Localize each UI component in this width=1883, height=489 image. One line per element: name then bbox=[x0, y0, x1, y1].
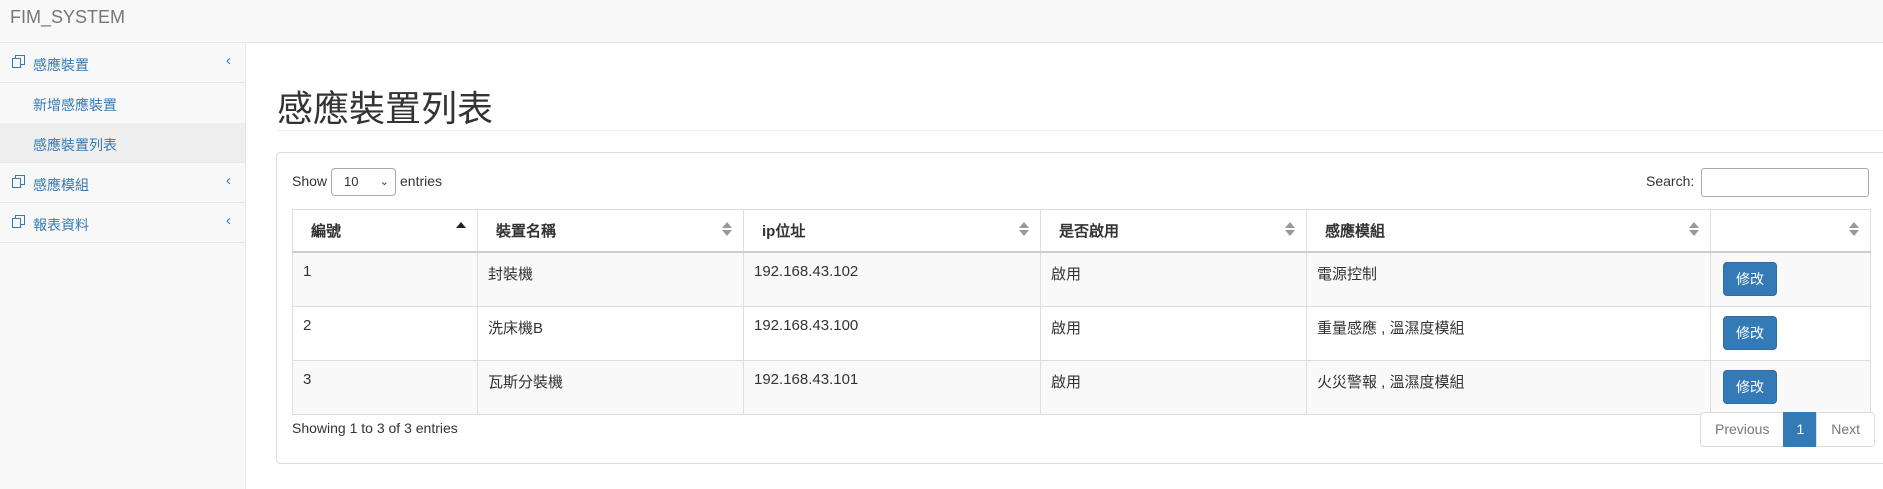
sidebar-subitem-label: 感應裝置列表 bbox=[33, 137, 117, 153]
sidebar-subitem-label: 新增感應裝置 bbox=[33, 97, 117, 113]
sidebar: 感應裝置 ‹ 新增感應裝置 感應裝置列表 感應模組 ‹ 報表資料 ‹ bbox=[0, 43, 246, 489]
chevron-left-icon: ‹ bbox=[226, 212, 231, 229]
cell-id: 3 bbox=[292, 360, 478, 415]
table-row: 3 瓦斯分裝機 192.168.43.101 啟用 火災警報 , 溫濕度模組 修… bbox=[292, 360, 1871, 415]
column-header-id[interactable]: 編號 bbox=[292, 209, 478, 253]
cell-id: 2 bbox=[292, 306, 478, 361]
length-show-label: Show bbox=[292, 173, 328, 189]
device-table: 編號 裝置名稱 ip位址 是否啟用 感應模組 1 封裝機 192.168.43.… bbox=[292, 209, 1871, 415]
entries-select-value: 10 bbox=[344, 174, 359, 189]
cell-module: 火災警報 , 溫濕度模組 bbox=[1306, 360, 1711, 415]
copy-icon bbox=[12, 55, 25, 68]
table-info: Showing 1 to 3 of 3 entries bbox=[292, 420, 458, 436]
cell-enabled: 啟用 bbox=[1040, 306, 1307, 361]
sidebar-item-devices[interactable]: 感應裝置 ‹ bbox=[0, 43, 245, 83]
search-label: Search: bbox=[1646, 173, 1695, 189]
cell-action: 修改 bbox=[1710, 251, 1871, 307]
cell-ip: 192.168.43.100 bbox=[743, 306, 1041, 361]
cell-module: 重量感應 , 溫濕度模組 bbox=[1306, 306, 1711, 361]
divider bbox=[277, 130, 1883, 131]
chevron-left-icon: ‹ bbox=[226, 52, 231, 69]
cell-enabled: 啟用 bbox=[1040, 251, 1307, 307]
cell-ip: 192.168.43.101 bbox=[743, 360, 1041, 415]
sort-icon bbox=[722, 222, 732, 236]
cell-device-name: 瓦斯分裝機 bbox=[477, 360, 744, 415]
page-button-current[interactable]: 1 bbox=[1783, 412, 1818, 447]
copy-icon bbox=[12, 175, 25, 188]
sort-icon bbox=[1019, 222, 1029, 236]
sidebar-subitem-device-list[interactable]: 感應裝置列表 bbox=[0, 123, 245, 163]
column-header-device-name[interactable]: 裝置名稱 bbox=[477, 209, 744, 253]
cell-module: 電源控制 bbox=[1306, 251, 1711, 307]
next-page-button[interactable]: Next bbox=[1816, 412, 1876, 447]
table-row: 1 封裝機 192.168.43.102 啟用 電源控制 修改 bbox=[292, 251, 1871, 307]
brand-title[interactable]: FIM_SYSTEM bbox=[10, 7, 125, 28]
chevron-down-icon: ⌄ bbox=[379, 176, 389, 188]
sort-icon bbox=[1689, 222, 1699, 236]
table-header-row: 編號 裝置名稱 ip位址 是否啟用 感應模組 bbox=[292, 209, 1871, 253]
cell-device-name: 封裝機 bbox=[477, 251, 744, 307]
cell-action: 修改 bbox=[1710, 306, 1871, 361]
edit-button[interactable]: 修改 bbox=[1723, 262, 1777, 296]
cell-ip: 192.168.43.102 bbox=[743, 251, 1041, 307]
length-entries-label: entries bbox=[400, 173, 443, 189]
sidebar-item-modules[interactable]: 感應模組 ‹ bbox=[0, 163, 245, 203]
cell-device-name: 洗床機B bbox=[477, 306, 744, 361]
column-header-action[interactable] bbox=[1710, 209, 1871, 253]
sort-icon bbox=[1285, 222, 1295, 236]
column-header-module[interactable]: 感應模組 bbox=[1306, 209, 1711, 253]
edit-button[interactable]: 修改 bbox=[1723, 370, 1777, 404]
top-navbar: FIM_SYSTEM bbox=[0, 0, 1883, 43]
pagination: Previous 1 Next bbox=[1700, 412, 1876, 447]
cell-enabled: 啟用 bbox=[1040, 360, 1307, 415]
copy-icon bbox=[12, 215, 25, 228]
sidebar-item-label: 報表資料 bbox=[33, 217, 89, 233]
chevron-left-icon: ‹ bbox=[226, 172, 231, 189]
entries-select[interactable]: 10 ⌄ bbox=[331, 168, 396, 196]
cell-id: 1 bbox=[292, 251, 478, 307]
edit-button[interactable]: 修改 bbox=[1723, 316, 1777, 350]
column-header-enabled[interactable]: 是否啟用 bbox=[1040, 209, 1307, 253]
table-row: 2 洗床機B 192.168.43.100 啟用 重量感應 , 溫濕度模組 修改 bbox=[292, 306, 1871, 361]
sidebar-item-reports[interactable]: 報表資料 ‹ bbox=[0, 203, 245, 243]
sidebar-item-label: 感應裝置 bbox=[33, 57, 89, 73]
previous-page-button[interactable]: Previous bbox=[1700, 412, 1785, 447]
column-header-ip[interactable]: ip位址 bbox=[743, 209, 1041, 253]
sort-asc-icon bbox=[456, 222, 466, 236]
cell-action: 修改 bbox=[1710, 360, 1871, 415]
sort-icon bbox=[1849, 222, 1859, 236]
page-title: 感應裝置列表 bbox=[277, 89, 494, 130]
sidebar-subitem-add-device[interactable]: 新增感應裝置 bbox=[0, 83, 245, 123]
sidebar-item-label: 感應模組 bbox=[33, 177, 89, 193]
search-input[interactable] bbox=[1701, 168, 1869, 197]
